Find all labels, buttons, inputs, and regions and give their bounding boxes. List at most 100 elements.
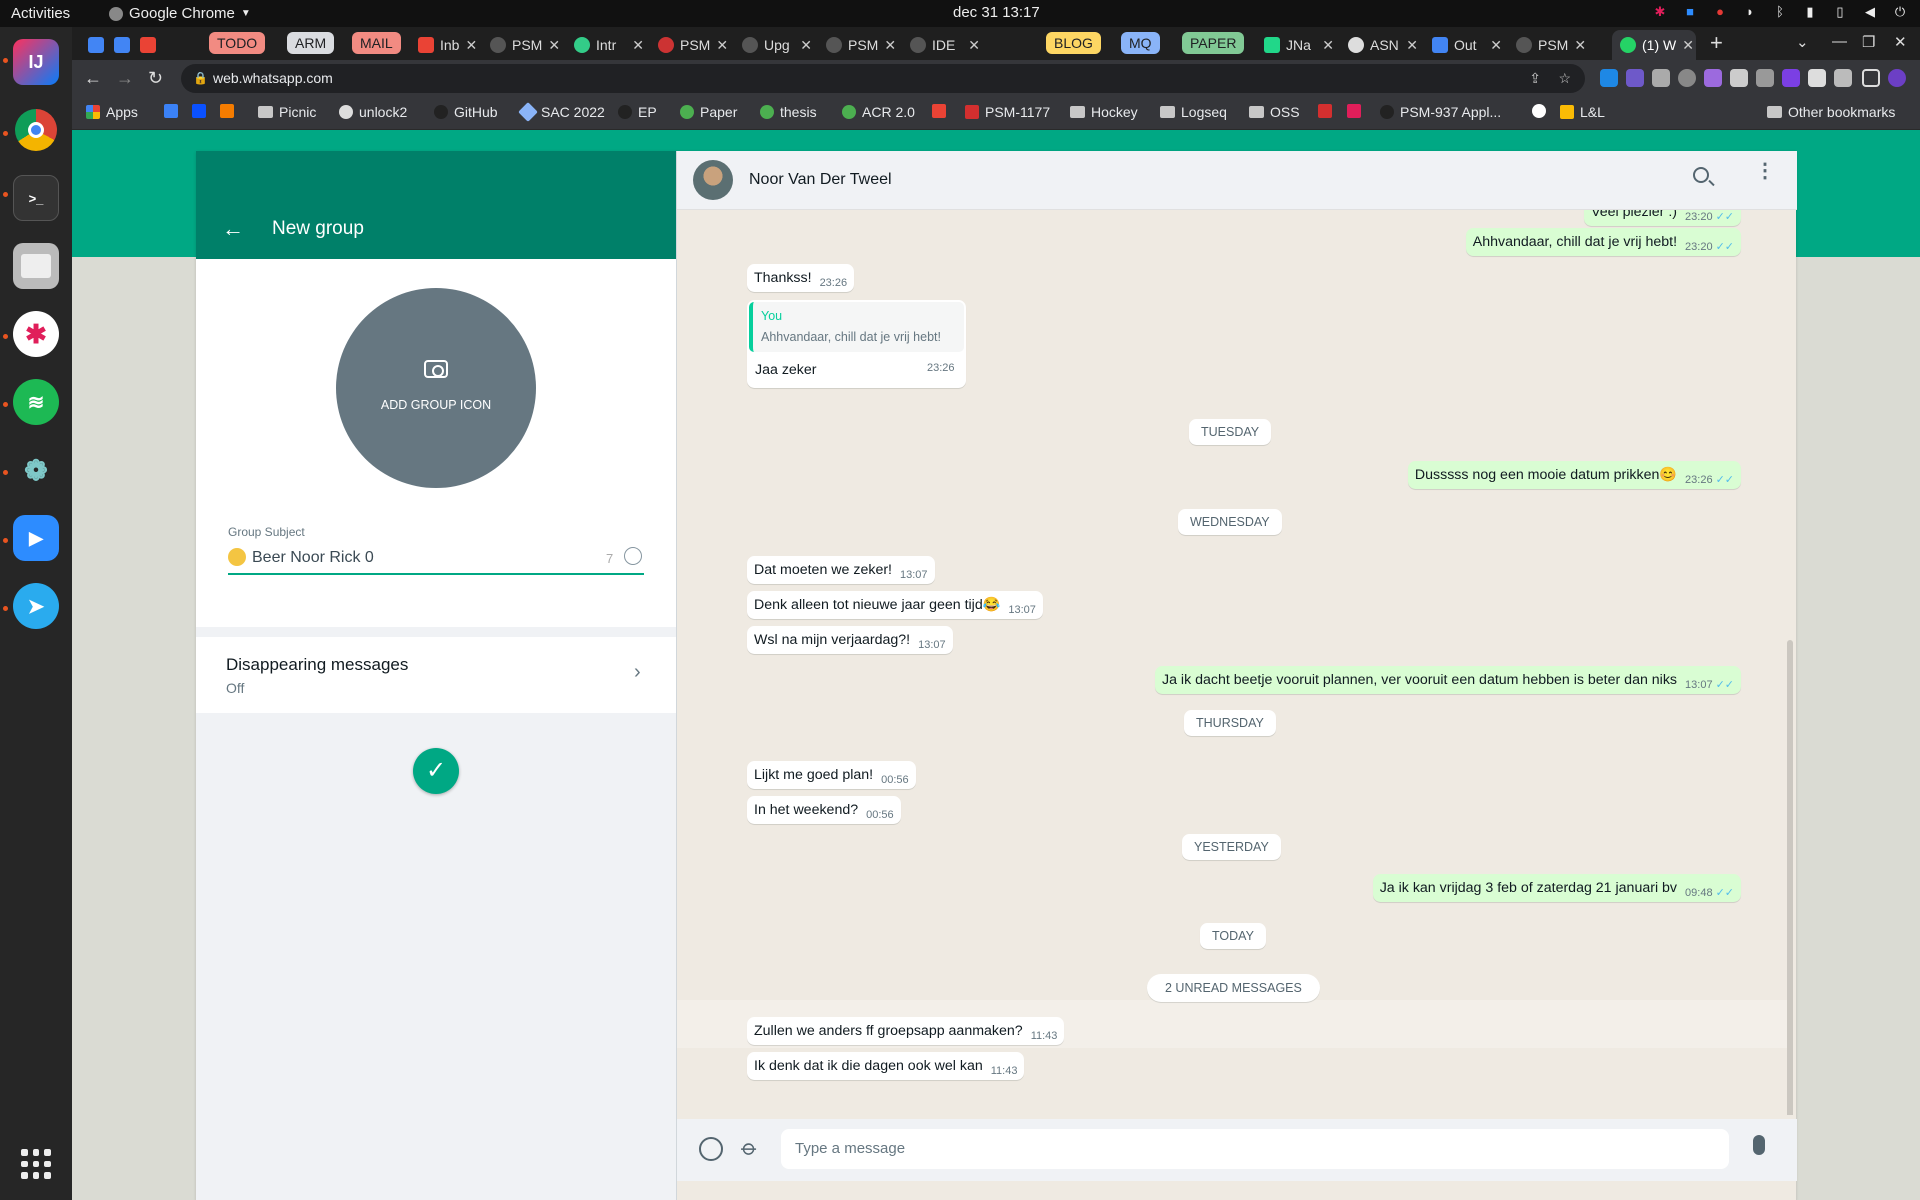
zoom-tray-icon[interactable]: ■ — [1682, 4, 1698, 20]
slack-tray-icon[interactable]: ✱ — [1652, 4, 1668, 20]
scrollbar[interactable] — [1787, 640, 1793, 1115]
message-bubble[interactable]: In het weekend? 00:56 — [747, 796, 901, 824]
tab-inbox[interactable]: Inb ✕ — [410, 30, 482, 60]
tab-group-todo[interactable]: TODO — [209, 32, 266, 54]
extension-icon[interactable] — [1756, 69, 1774, 87]
address-bar[interactable]: 🔒 web.whatsapp.com ⇪ ☆ — [181, 64, 1585, 93]
close-tab-icon[interactable]: ✕ — [884, 37, 902, 54]
profile-avatar[interactable] — [1888, 69, 1906, 87]
search-icon[interactable] — [1693, 167, 1709, 183]
bookmark-ll[interactable]: L&L — [1560, 104, 1605, 120]
bookmark-apps[interactable]: Apps — [86, 104, 138, 120]
back-arrow-icon[interactable]: ← — [222, 216, 244, 242]
extension-icon[interactable] — [1626, 69, 1644, 87]
tab-psm-3[interactable]: PSM ✕ — [818, 30, 902, 60]
group-subject-input[interactable]: Beer Noor Rick 0 7 — [228, 545, 644, 575]
spotify-icon[interactable]: ≋ — [13, 379, 59, 425]
contact-avatar[interactable] — [693, 160, 733, 200]
bookmark-oss[interactable]: OSS — [1249, 104, 1300, 120]
bookmark-icon-3[interactable] — [220, 104, 234, 118]
microphone-icon[interactable] — [1753, 1135, 1765, 1155]
bitwarden-extension-icon[interactable] — [1600, 69, 1618, 87]
extension-icon[interactable] — [1782, 69, 1800, 87]
minimize-button[interactable]: — — [1832, 33, 1847, 50]
extension-icon[interactable] — [1704, 69, 1722, 87]
tab-group-blog[interactable]: BLOG — [1046, 32, 1101, 54]
bookmark-sac2022[interactable]: SAC 2022 — [518, 102, 605, 122]
tab-upgrade[interactable]: Upg ✕ — [734, 30, 818, 60]
phone-icon[interactable]: ▯ — [1832, 4, 1848, 20]
volume-icon[interactable]: ◀ — [1862, 4, 1878, 20]
bookmark-psm-937[interactable]: PSM-937 Appl... — [1380, 104, 1501, 120]
tab-group-paper[interactable]: PAPER — [1182, 32, 1245, 54]
tab-psm-1[interactable]: PSM ✕ — [482, 30, 566, 60]
share-icon[interactable]: ⇪ — [1529, 64, 1541, 93]
maximize-button[interactable]: ❐ — [1862, 33, 1875, 51]
paw-app-icon[interactable]: ❁ — [13, 447, 59, 493]
close-tab-icon[interactable]: ✕ — [548, 37, 566, 54]
add-group-icon-button[interactable]: ADD GROUP ICON — [336, 288, 536, 488]
power-icon[interactable]: ⏻ — [1892, 4, 1908, 20]
message-bubble[interactable]: Veel plezier :) 23:20 ✓✓ — [1584, 210, 1741, 226]
tab-group-mail[interactable]: MAIL — [352, 32, 401, 54]
chrome-dock-icon[interactable] — [13, 107, 59, 153]
conversation-header[interactable]: Noor Van Der Tweel ⋮ — [677, 151, 1797, 210]
telegram-icon[interactable]: ➤ — [13, 583, 59, 629]
url-text[interactable]: web.whatsapp.com — [213, 70, 333, 86]
media-control-icon[interactable] — [1834, 69, 1852, 87]
activities-button[interactable]: Activities — [11, 5, 70, 22]
tab-asn[interactable]: ASN ✕ — [1340, 30, 1424, 60]
close-tab-icon[interactable]: ✕ — [968, 37, 986, 54]
message-bubble[interactable]: Denk alleen tot nieuwe jaar geen tijd😂 13… — [747, 591, 1043, 619]
bookmark-logseq[interactable]: Logseq — [1160, 104, 1227, 120]
close-window-button[interactable]: ✕ — [1894, 33, 1907, 51]
tab-group-mq[interactable]: MQ — [1121, 32, 1160, 54]
extension-icon[interactable] — [1678, 69, 1696, 87]
terminal-icon[interactable]: >_ — [13, 175, 59, 221]
bookmark-icon-dark[interactable] — [1532, 104, 1546, 118]
show-applications-icon[interactable] — [21, 1149, 51, 1179]
tab-search-icon[interactable]: ⌄ — [1796, 33, 1809, 51]
group-subject-value[interactable]: Beer Noor Rick 0 — [252, 549, 374, 567]
forward-button[interactable]: → — [116, 68, 134, 89]
wifi-icon[interactable]: ◗ — [1742, 4, 1758, 20]
close-tab-icon[interactable]: ✕ — [1574, 37, 1592, 54]
kebab-menu-icon[interactable]: ⋮ — [1914, 68, 1920, 85]
tab-whatsapp[interactable]: (1) W ✕ — [1612, 30, 1696, 60]
reload-button[interactable]: ↻ — [148, 68, 163, 89]
tray-app-icon[interactable]: ● — [1712, 4, 1728, 20]
message-bubble[interactable]: Thankss! 23:26 — [747, 264, 855, 292]
clock[interactable]: dec 31 13:17 — [953, 4, 1040, 21]
slack-icon[interactable]: ✱ — [13, 311, 59, 357]
tab-jna[interactable]: JNa ✕ — [1256, 30, 1340, 60]
close-tab-icon[interactable]: ✕ — [465, 37, 482, 54]
close-tab-icon[interactable]: ✕ — [1682, 37, 1696, 54]
message-bubble[interactable]: Zullen we anders ff groepsapp aanmaken? 1… — [747, 1017, 1065, 1045]
tab-psm-2[interactable]: PSM ✕ — [650, 30, 734, 60]
bookmark-thesis[interactable]: thesis — [760, 104, 817, 120]
puzzle-icon[interactable] — [1808, 69, 1826, 87]
bookmark-gmail[interactable] — [932, 104, 946, 118]
back-button[interactable]: ← — [84, 68, 102, 89]
tab-psm-4[interactable]: PSM ✕ — [1508, 30, 1592, 60]
message-bubble[interactable]: Dat moeten we zeker! 13:07 — [747, 556, 935, 584]
bookmark-icon-1[interactable] — [164, 104, 178, 118]
bookmark-hockey[interactable]: Hockey — [1070, 104, 1138, 120]
bookmark-star-icon[interactable]: ☆ — [1558, 64, 1571, 93]
close-tab-icon[interactable]: ✕ — [1322, 37, 1340, 54]
close-tab-icon[interactable]: ✕ — [800, 37, 818, 54]
create-group-button[interactable]: ✓ — [413, 748, 459, 794]
tab-outline[interactable]: Out ✕ — [1424, 30, 1508, 60]
other-bookmarks[interactable]: Other bookmarks — [1767, 104, 1895, 120]
close-tab-icon[interactable]: ✕ — [632, 37, 650, 54]
emoji-picker-icon[interactable] — [624, 547, 642, 565]
disappearing-messages-row[interactable]: Disappearing messages Off › — [196, 637, 676, 713]
bluetooth-icon[interactable]: ᛒ — [1772, 4, 1788, 20]
discord-extension-icon[interactable] — [1730, 69, 1748, 87]
bookmark-github[interactable]: GitHub — [434, 104, 498, 120]
bookmark-picnic[interactable]: Picnic — [258, 104, 316, 120]
bookmark-icon-red[interactable] — [1318, 104, 1332, 118]
contact-name[interactable]: Noor Van Der Tweel — [749, 171, 892, 189]
message-bubble[interactable]: Lijkt me goed plan! 00:56 — [747, 761, 916, 789]
new-tab-button[interactable]: + — [1710, 30, 1723, 56]
